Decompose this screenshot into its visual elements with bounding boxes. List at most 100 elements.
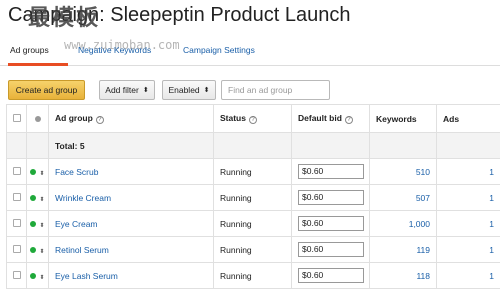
keywords-link[interactable]: 1,000	[369, 210, 437, 237]
help-icon[interactable]: ?	[248, 116, 257, 124]
default-bid-input[interactable]: $0.60	[298, 242, 364, 257]
add-filter-label: Add filter	[105, 85, 139, 95]
header-default-bid[interactable]: Default bid?	[291, 104, 370, 133]
total-row: Total: 5	[6, 132, 500, 159]
row-status-cell[interactable]: ⬍	[26, 262, 49, 289]
help-icon[interactable]: ?	[95, 116, 104, 124]
header-status[interactable]: Status?	[213, 104, 292, 133]
header-keywords-label: Keywords	[376, 113, 417, 124]
table-row: ⬍ Retinol Serum Running $0.60 119 1	[6, 236, 500, 263]
default-bid-cell: $0.60	[291, 158, 370, 185]
row-select-cell	[6, 158, 27, 185]
row-status-cell[interactable]: ⬍	[26, 210, 49, 237]
ads-link[interactable]: 1	[436, 210, 500, 237]
row-checkbox[interactable]	[12, 270, 21, 279]
enabled-label: Enabled	[168, 85, 200, 95]
add-filter-button[interactable]: Add filter ⬍	[99, 80, 155, 100]
status-cell: Running	[213, 236, 292, 263]
total-empty-cell	[26, 132, 49, 159]
total-empty-cell	[213, 132, 292, 159]
help-icon[interactable]: ?	[344, 116, 353, 124]
row-select-cell	[6, 184, 27, 211]
default-bid-input[interactable]: $0.60	[298, 268, 364, 283]
caret-icon: ⬍	[39, 222, 45, 229]
status-cell: Running	[213, 158, 292, 185]
row-checkbox[interactable]	[12, 244, 21, 253]
ad-group-link[interactable]: Eye Cream	[55, 219, 98, 229]
header-ad-group[interactable]: Ad group?	[48, 104, 214, 133]
ad-group-name-cell: Wrinkle Cream	[48, 184, 214, 211]
header-ads[interactable]: Ads	[436, 104, 500, 133]
keywords-link[interactable]: 510	[369, 158, 437, 185]
tab-campaign-settings[interactable]: Campaign Settings	[183, 45, 255, 55]
status-enabled-icon	[30, 246, 37, 253]
active-tab-indicator	[8, 63, 68, 66]
row-status-cell[interactable]: ⬍	[26, 236, 49, 263]
total-empty-cell	[436, 132, 500, 159]
keywords-link[interactable]: 118	[369, 262, 437, 289]
caret-icon: ⬍	[203, 87, 210, 94]
tab-ad-groups[interactable]: Ad groups	[10, 45, 49, 55]
header-status-label: Status	[220, 113, 246, 123]
ad-group-name-cell: Retinol Serum	[48, 236, 214, 263]
create-ad-group-button[interactable]: Create ad group	[8, 80, 85, 100]
header-default-bid-label: Default bid	[298, 113, 342, 123]
ad-group-name-cell: Eye Cream	[48, 210, 214, 237]
row-status-cell[interactable]: ⬍	[26, 158, 49, 185]
default-bid-cell: $0.60	[291, 236, 370, 263]
ads-link[interactable]: 1	[436, 158, 500, 185]
row-select-cell	[6, 236, 27, 263]
enabled-filter-dropdown[interactable]: Enabled ⬍	[162, 80, 216, 100]
ads-link[interactable]: 1	[436, 184, 500, 211]
status-cell: Running	[213, 262, 292, 289]
header-ad-group-label: Ad group	[55, 113, 93, 123]
row-checkbox[interactable]	[12, 218, 21, 227]
status-cell: Running	[213, 210, 292, 237]
row-checkbox[interactable]	[12, 166, 21, 175]
caret-icon: ⬍	[142, 87, 149, 94]
ad-group-link[interactable]: Wrinkle Cream	[55, 193, 111, 203]
keywords-link[interactable]: 119	[369, 236, 437, 263]
ad-groups-table: Ad group? Status? Default bid? Keywords …	[6, 104, 500, 289]
ads-link[interactable]: 1	[436, 236, 500, 263]
status-cell: Running	[213, 184, 292, 211]
table-row: ⬍ Face Scrub Running $0.60 510 1	[6, 158, 500, 185]
status-enabled-icon	[30, 168, 37, 175]
default-bid-input[interactable]: $0.60	[298, 164, 364, 179]
default-bid-cell: $0.60	[291, 210, 370, 237]
default-bid-input[interactable]: $0.60	[298, 190, 364, 205]
default-bid-cell: $0.60	[291, 184, 370, 211]
default-bid-input[interactable]: $0.60	[298, 216, 364, 231]
table-row: ⬍ Eye Cream Running $0.60 1,000 1	[6, 210, 500, 237]
caret-icon: ⬍	[39, 170, 45, 177]
ad-group-link[interactable]: Eye Lash Serum	[55, 271, 118, 281]
status-dot-icon	[34, 115, 41, 122]
select-all-cell	[6, 104, 27, 133]
status-enabled-icon	[30, 220, 37, 227]
ad-group-name-cell: Face Scrub	[48, 158, 214, 185]
total-empty-cell	[369, 132, 437, 159]
caret-icon: ⬍	[39, 274, 45, 281]
keywords-link[interactable]: 507	[369, 184, 437, 211]
caret-icon: ⬍	[39, 196, 45, 203]
ads-link[interactable]: 1	[436, 262, 500, 289]
row-status-cell[interactable]: ⬍	[26, 184, 49, 211]
total-empty-cell	[291, 132, 370, 159]
select-all-checkbox[interactable]	[12, 113, 21, 122]
ad-group-name-cell: Eye Lash Serum	[48, 262, 214, 289]
table-header-row: Ad group? Status? Default bid? Keywords …	[6, 104, 500, 133]
tab-negative-keywords[interactable]: Negative Keywords	[78, 45, 151, 55]
header-ads-label: Ads	[443, 113, 460, 124]
status-dot-header	[26, 104, 49, 133]
ad-group-link[interactable]: Retinol Serum	[55, 245, 109, 255]
tab-bar: Ad groups Negative Keywords Campaign Set…	[0, 36, 500, 66]
ad-group-search-input[interactable]: Find an ad group	[221, 80, 330, 100]
row-checkbox[interactable]	[12, 192, 21, 201]
caret-icon: ⬍	[39, 248, 45, 255]
header-keywords[interactable]: Keywords	[369, 104, 437, 133]
watermark: 最模板	[28, 6, 101, 31]
total-label: Total: 5	[48, 132, 214, 159]
ad-group-link[interactable]: Face Scrub	[55, 167, 98, 177]
status-enabled-icon	[30, 272, 37, 279]
row-select-cell	[6, 262, 27, 289]
